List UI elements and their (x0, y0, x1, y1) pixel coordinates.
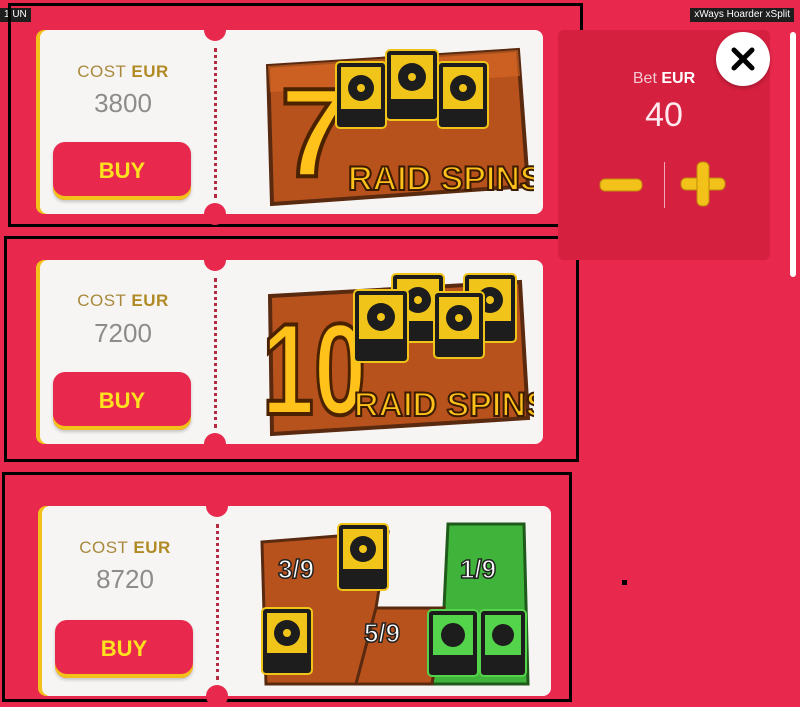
offer-card-3: COST EUR 8720 BUY 3/9 1/9 5/9 (42, 495, 551, 707)
buy-button[interactable]: BUY (53, 372, 191, 430)
minus-icon (599, 178, 643, 192)
offer-card-2: COST EUR 7200 BUY 10 RAID SPINS (40, 249, 543, 455)
ticket-perforation (214, 48, 217, 198)
radiation-icon (437, 61, 489, 129)
raid-spins-caption: RAID SPINS (354, 386, 534, 424)
stray-pixel-marker (622, 580, 627, 585)
ticket-notch-top (204, 19, 226, 41)
radiation-icon (335, 61, 387, 129)
window-tag-right: xWays Hoarder xSplit (690, 8, 794, 22)
split-odds-art: 3/9 1/9 5/9 (260, 522, 530, 686)
buy-button[interactable]: BUY (53, 142, 191, 200)
radiation-icon (353, 289, 409, 363)
decrease-bet-button[interactable] (598, 170, 644, 200)
odds-right: 1/9 (460, 554, 496, 584)
odds-left: 3/9 (278, 554, 314, 584)
cost-amount: 3800 (94, 88, 152, 118)
spins-count: 10 (262, 296, 366, 438)
ticket-notch-bottom (204, 203, 226, 225)
radiation-icon (433, 291, 485, 359)
cost-label: COST EUR (77, 62, 169, 81)
cost-amount: 7200 (94, 318, 152, 348)
cost-label: COST EUR (79, 538, 171, 557)
ticket-notch-bottom (204, 433, 226, 455)
buy-button[interactable]: BUY (55, 620, 193, 678)
cost-amount: 8720 (96, 564, 154, 594)
raid-spins-10-art: 10 RAID SPINS (260, 273, 534, 438)
ticket-notch-top (204, 249, 226, 271)
radiation-icon (337, 523, 389, 591)
offer-card-1: COST EUR 3800 BUY 7 RAID SPINS (40, 19, 543, 225)
close-button[interactable] (716, 32, 770, 86)
cost-label: COST EUR (77, 291, 169, 310)
raid-spins-7-art: 7 RAID SPINS (265, 47, 534, 207)
ticket-perforation (214, 278, 217, 428)
ticket-notch-bottom (206, 685, 228, 707)
bet-divider (664, 162, 665, 208)
increase-bet-button[interactable] (680, 160, 726, 208)
scrollbar[interactable] (790, 32, 796, 277)
raid-spins-caption: RAID SPINS (348, 160, 534, 198)
bet-value: 40 (645, 96, 683, 134)
super-scatter-icon (479, 609, 527, 677)
radiation-icon (261, 607, 313, 675)
super-scatter-icon (427, 609, 479, 677)
radiation-icon (385, 49, 439, 121)
ticket-perforation (216, 524, 219, 680)
close-icon (731, 47, 755, 71)
odds-middle: 5/9 (364, 618, 400, 648)
ticket-notch-top (206, 495, 228, 517)
plus-icon (680, 161, 726, 207)
